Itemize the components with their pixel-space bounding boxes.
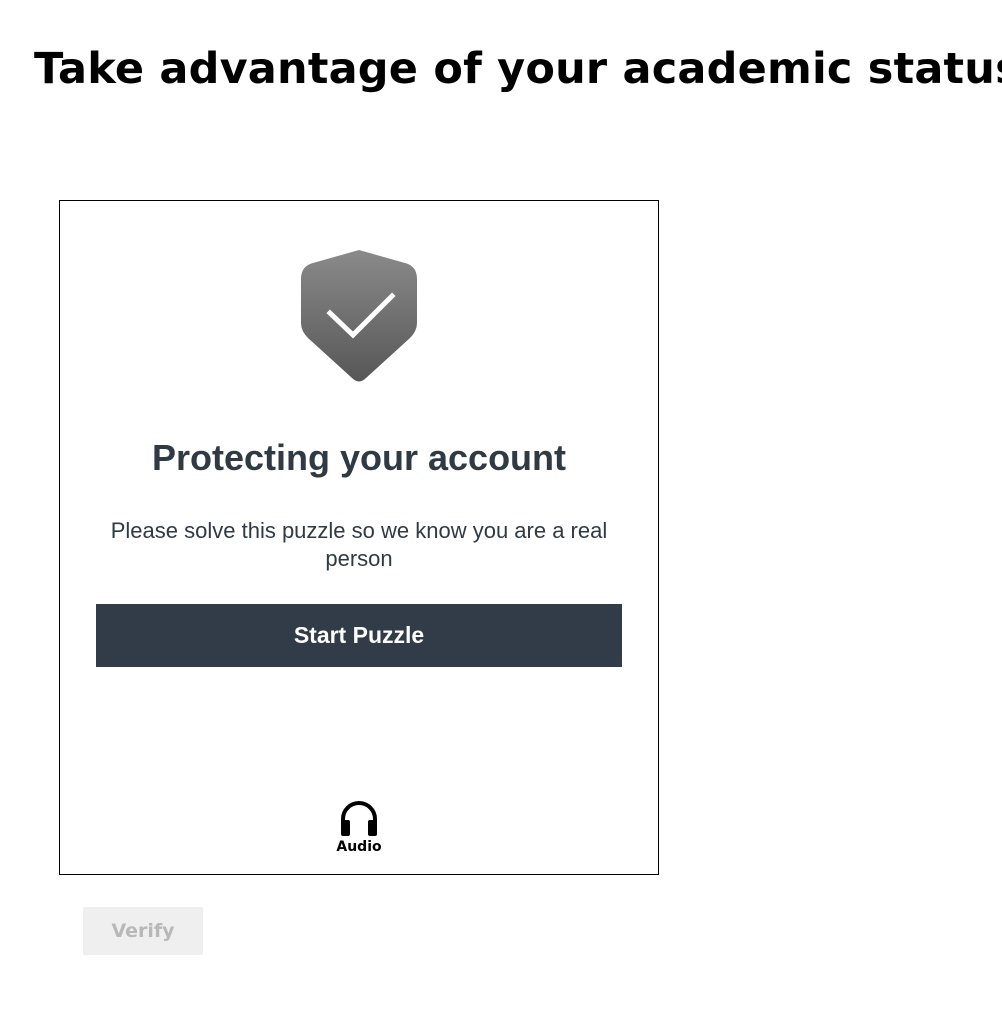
shield-check-icon bbox=[301, 250, 417, 382]
verify-button[interactable]: Verify bbox=[83, 907, 203, 955]
audio-label: Audio bbox=[336, 839, 382, 855]
challenge-heading: Protecting your account bbox=[151, 437, 567, 478]
challenge-instructions: Please solve this puzzle so we know you … bbox=[110, 518, 608, 571]
headphones-icon bbox=[341, 801, 377, 836]
page-title: Take advantage of your academic status bbox=[34, 44, 1002, 94]
captcha-frame: Protecting your account Please solve thi… bbox=[59, 200, 659, 875]
audio-challenge-button[interactable]: Audio bbox=[329, 797, 389, 859]
page: Take advantage of your academic status P… bbox=[0, 0, 1002, 1029]
start-puzzle-button[interactable]: Start Puzzle bbox=[96, 604, 622, 667]
